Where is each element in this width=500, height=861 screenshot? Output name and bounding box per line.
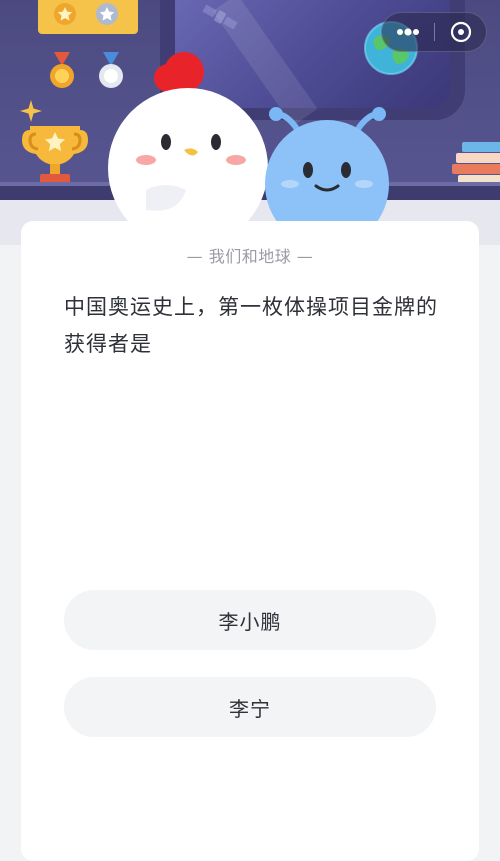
trophy-icon	[22, 126, 88, 184]
quiz-category: — 我们和地球 —	[186, 247, 314, 266]
gold-medal-icon	[54, 3, 76, 25]
close-button[interactable]	[435, 13, 487, 51]
silver-medal-icon	[96, 3, 118, 25]
chicken-mascot-image	[108, 52, 268, 240]
quiz-card: — 我们和地球 — 中国奥运史上，第一枚体操项目金牌的获得者是 李小鹏 李宁	[21, 221, 479, 861]
answer-option-1[interactable]: 李小鹏	[64, 590, 436, 650]
close-circle-icon	[450, 21, 472, 43]
answer-option-label: 李宁	[229, 696, 271, 721]
mini-program-capsule	[381, 12, 487, 52]
ellipsis-icon	[397, 28, 419, 36]
more-options-button[interactable]	[382, 13, 434, 51]
answer-option-2[interactable]: 李宁	[64, 677, 436, 737]
bronze-medal-icon	[50, 52, 74, 88]
books-icon	[452, 142, 500, 185]
answer-option-label: 李小鹏	[218, 609, 282, 634]
quiz-question: 中国奥运史上，第一枚体操项目金牌的获得者是	[64, 295, 438, 356]
satellite-icon	[202, 4, 238, 30]
